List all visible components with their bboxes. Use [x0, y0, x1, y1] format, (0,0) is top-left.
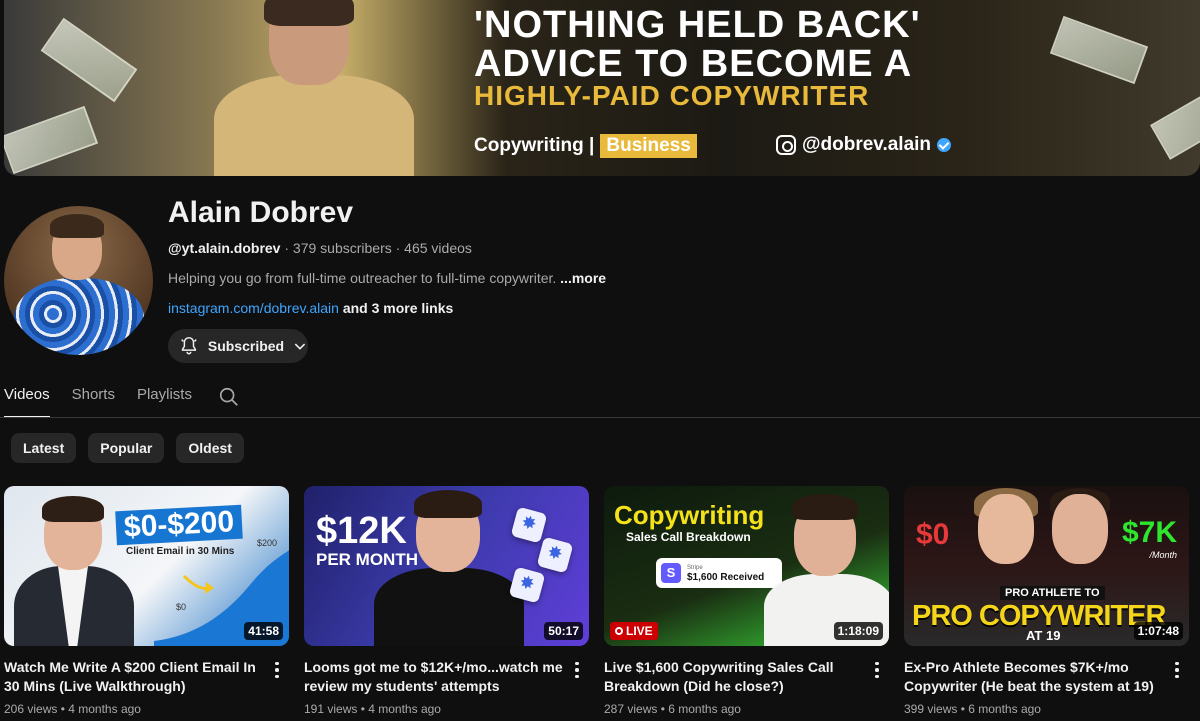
money-bill-decoration: [4, 105, 99, 175]
verified-icon: [937, 138, 952, 152]
live-badge: LIVE: [610, 622, 658, 640]
banner-headline-3: HIGHLY-PAID COPYWRITER: [474, 80, 870, 111]
tab-playlists[interactable]: Playlists: [137, 378, 192, 418]
video-age: 4 months ago: [68, 702, 141, 716]
video-views: 191 views: [304, 702, 358, 716]
stripe-amount: $1,600 Received: [687, 571, 765, 583]
stripe-payment-card: S Stripe $1,600 Received: [656, 558, 782, 588]
tabs-divider: [0, 417, 1200, 418]
bell-icon: [181, 337, 197, 355]
money-bill-decoration: [1150, 80, 1200, 160]
banner-tag-business: Business: [600, 134, 697, 158]
video-meta: 191 views • 4 months ago: [304, 702, 441, 716]
channel-stats: · 379 subscribers · 465 videos: [284, 240, 472, 256]
thumb-subtitle: PER MONTH: [316, 550, 418, 569]
banner-instagram-handle: @dobrev.alain: [802, 134, 932, 155]
chip-popular[interactable]: Popular: [88, 433, 165, 463]
video-meta: 206 views • 4 months ago: [4, 702, 141, 716]
video-title[interactable]: Looms got me to $12K+/mo...watch me revi…: [304, 658, 566, 696]
video-title[interactable]: Ex-Pro Athlete Becomes $7K+/mo Copywrite…: [904, 658, 1166, 696]
video-card: $0-$200 Client Email in 30 Mins $200 $0 …: [4, 486, 289, 716]
stripe-logo-icon: S: [661, 563, 681, 583]
thumb-tag-3: AT 19: [1026, 628, 1061, 643]
channel-meta: @yt.alain.dobrev · 379 subscribers · 465…: [168, 240, 472, 256]
more-options-icon[interactable]: [1169, 660, 1185, 680]
video-thumbnail[interactable]: $0-$200 Client Email in 30 Mins $200 $0 …: [4, 486, 289, 646]
channel-description-text: Helping you go from full-time outreacher…: [168, 270, 557, 286]
video-card: $0 $7K /Month PRO ATHLETE TO PRO COPYWRI…: [904, 486, 1189, 716]
instagram-icon: [776, 135, 796, 155]
video-age: 6 months ago: [668, 702, 741, 716]
instagram-link[interactable]: instagram.com/dobrev.alain: [168, 300, 339, 316]
thumb-axis-top: $200: [257, 538, 278, 548]
video-duration: 1:07:48: [1133, 622, 1183, 640]
video-views: 206 views: [4, 702, 58, 716]
live-label: LIVE: [626, 624, 653, 638]
tab-videos[interactable]: Videos: [4, 378, 50, 418]
video-duration: 1:18:09: [833, 622, 883, 640]
channel-avatar[interactable]: [4, 206, 153, 355]
channel-banner: 'NOTHING HELD BACK' ADVICE TO BECOME A H…: [4, 0, 1200, 176]
live-dot-icon: [615, 627, 623, 635]
banner-tag-copywriting: Copywriting |: [474, 135, 595, 156]
video-age: 4 months ago: [368, 702, 441, 716]
video-duration: 41:58: [244, 622, 283, 640]
channel-description: Helping you go from full-time outreacher…: [168, 270, 606, 286]
more-options-icon[interactable]: [569, 660, 585, 680]
more-options-icon[interactable]: [869, 660, 885, 680]
video-card: $12K PER MONTH 50:17 Looms got me to $12…: [304, 486, 589, 716]
loom-logo-icon: [510, 506, 548, 544]
thumb-headline: Copywriting: [614, 500, 765, 530]
video-views: 399 views: [904, 702, 958, 716]
thumb-tag-1: PRO ATHLETE TO: [1000, 586, 1105, 600]
money-bill-decoration: [40, 17, 138, 103]
chip-latest[interactable]: Latest: [11, 433, 77, 463]
channel-name: Alain Dobrev: [168, 196, 354, 229]
thumb-right-value: $7K: [1121, 516, 1177, 549]
video-thumbnail[interactable]: $12K PER MONTH 50:17: [304, 486, 589, 646]
thumb-headline: $12K: [316, 510, 407, 552]
tab-shorts[interactable]: Shorts: [72, 378, 115, 418]
more-options-icon[interactable]: [269, 660, 285, 680]
banner-headline-1: 'NOTHING HELD BACK': [474, 4, 921, 46]
banner-tagline: Copywriting | Business: [474, 134, 697, 158]
video-card: Copywriting Sales Call Breakdown S Strip…: [604, 486, 889, 716]
thumb-right-unit: /Month: [1149, 550, 1177, 560]
description-more-link[interactable]: ...more: [560, 270, 606, 286]
chip-oldest[interactable]: Oldest: [176, 433, 244, 463]
subscribed-label: Subscribed: [207, 338, 285, 354]
thumb-axis-bottom: $0: [176, 602, 187, 612]
banner-person: [214, 0, 414, 176]
video-thumbnail[interactable]: Copywriting Sales Call Breakdown S Strip…: [604, 486, 889, 646]
subscribed-button[interactable]: Subscribed: [168, 329, 308, 363]
video-grid: $0-$200 Client Email in 30 Mins $200 $0 …: [4, 486, 1189, 716]
video-thumbnail[interactable]: $0 $7K /Month PRO ATHLETE TO PRO COPYWRI…: [904, 486, 1189, 646]
loom-logo-icon: [536, 536, 574, 574]
banner-instagram: @dobrev.alain: [776, 134, 952, 156]
chevron-down-icon: [294, 343, 306, 350]
channel-handle: @yt.alain.dobrev: [168, 240, 281, 256]
sort-chips: Latest Popular Oldest: [11, 433, 244, 463]
stripe-label: Stripe: [687, 564, 703, 571]
money-bill-decoration: [1049, 15, 1149, 85]
video-meta: 399 views • 6 months ago: [904, 702, 1041, 716]
video-title[interactable]: Watch Me Write A $200 Client Email In 30…: [4, 658, 266, 696]
thumb-subtitle: Sales Call Breakdown: [626, 530, 751, 544]
video-duration: 50:17: [544, 622, 583, 640]
more-links-button[interactable]: and 3 more links: [343, 300, 453, 316]
search-icon[interactable]: [218, 386, 240, 408]
video-age: 6 months ago: [968, 702, 1041, 716]
channel-links: instagram.com/dobrev.alain and 3 more li…: [168, 300, 453, 316]
video-meta: 287 views • 6 months ago: [604, 702, 741, 716]
video-title[interactable]: Live $1,600 Copywriting Sales Call Break…: [604, 658, 866, 696]
thumb-left-value: $0: [916, 518, 950, 551]
banner-headline-2: ADVICE TO BECOME A: [474, 43, 913, 85]
video-views: 287 views: [604, 702, 658, 716]
thumb-headline: $0-$200: [115, 504, 243, 546]
channel-tabs: Videos Shorts Playlists: [4, 378, 240, 418]
